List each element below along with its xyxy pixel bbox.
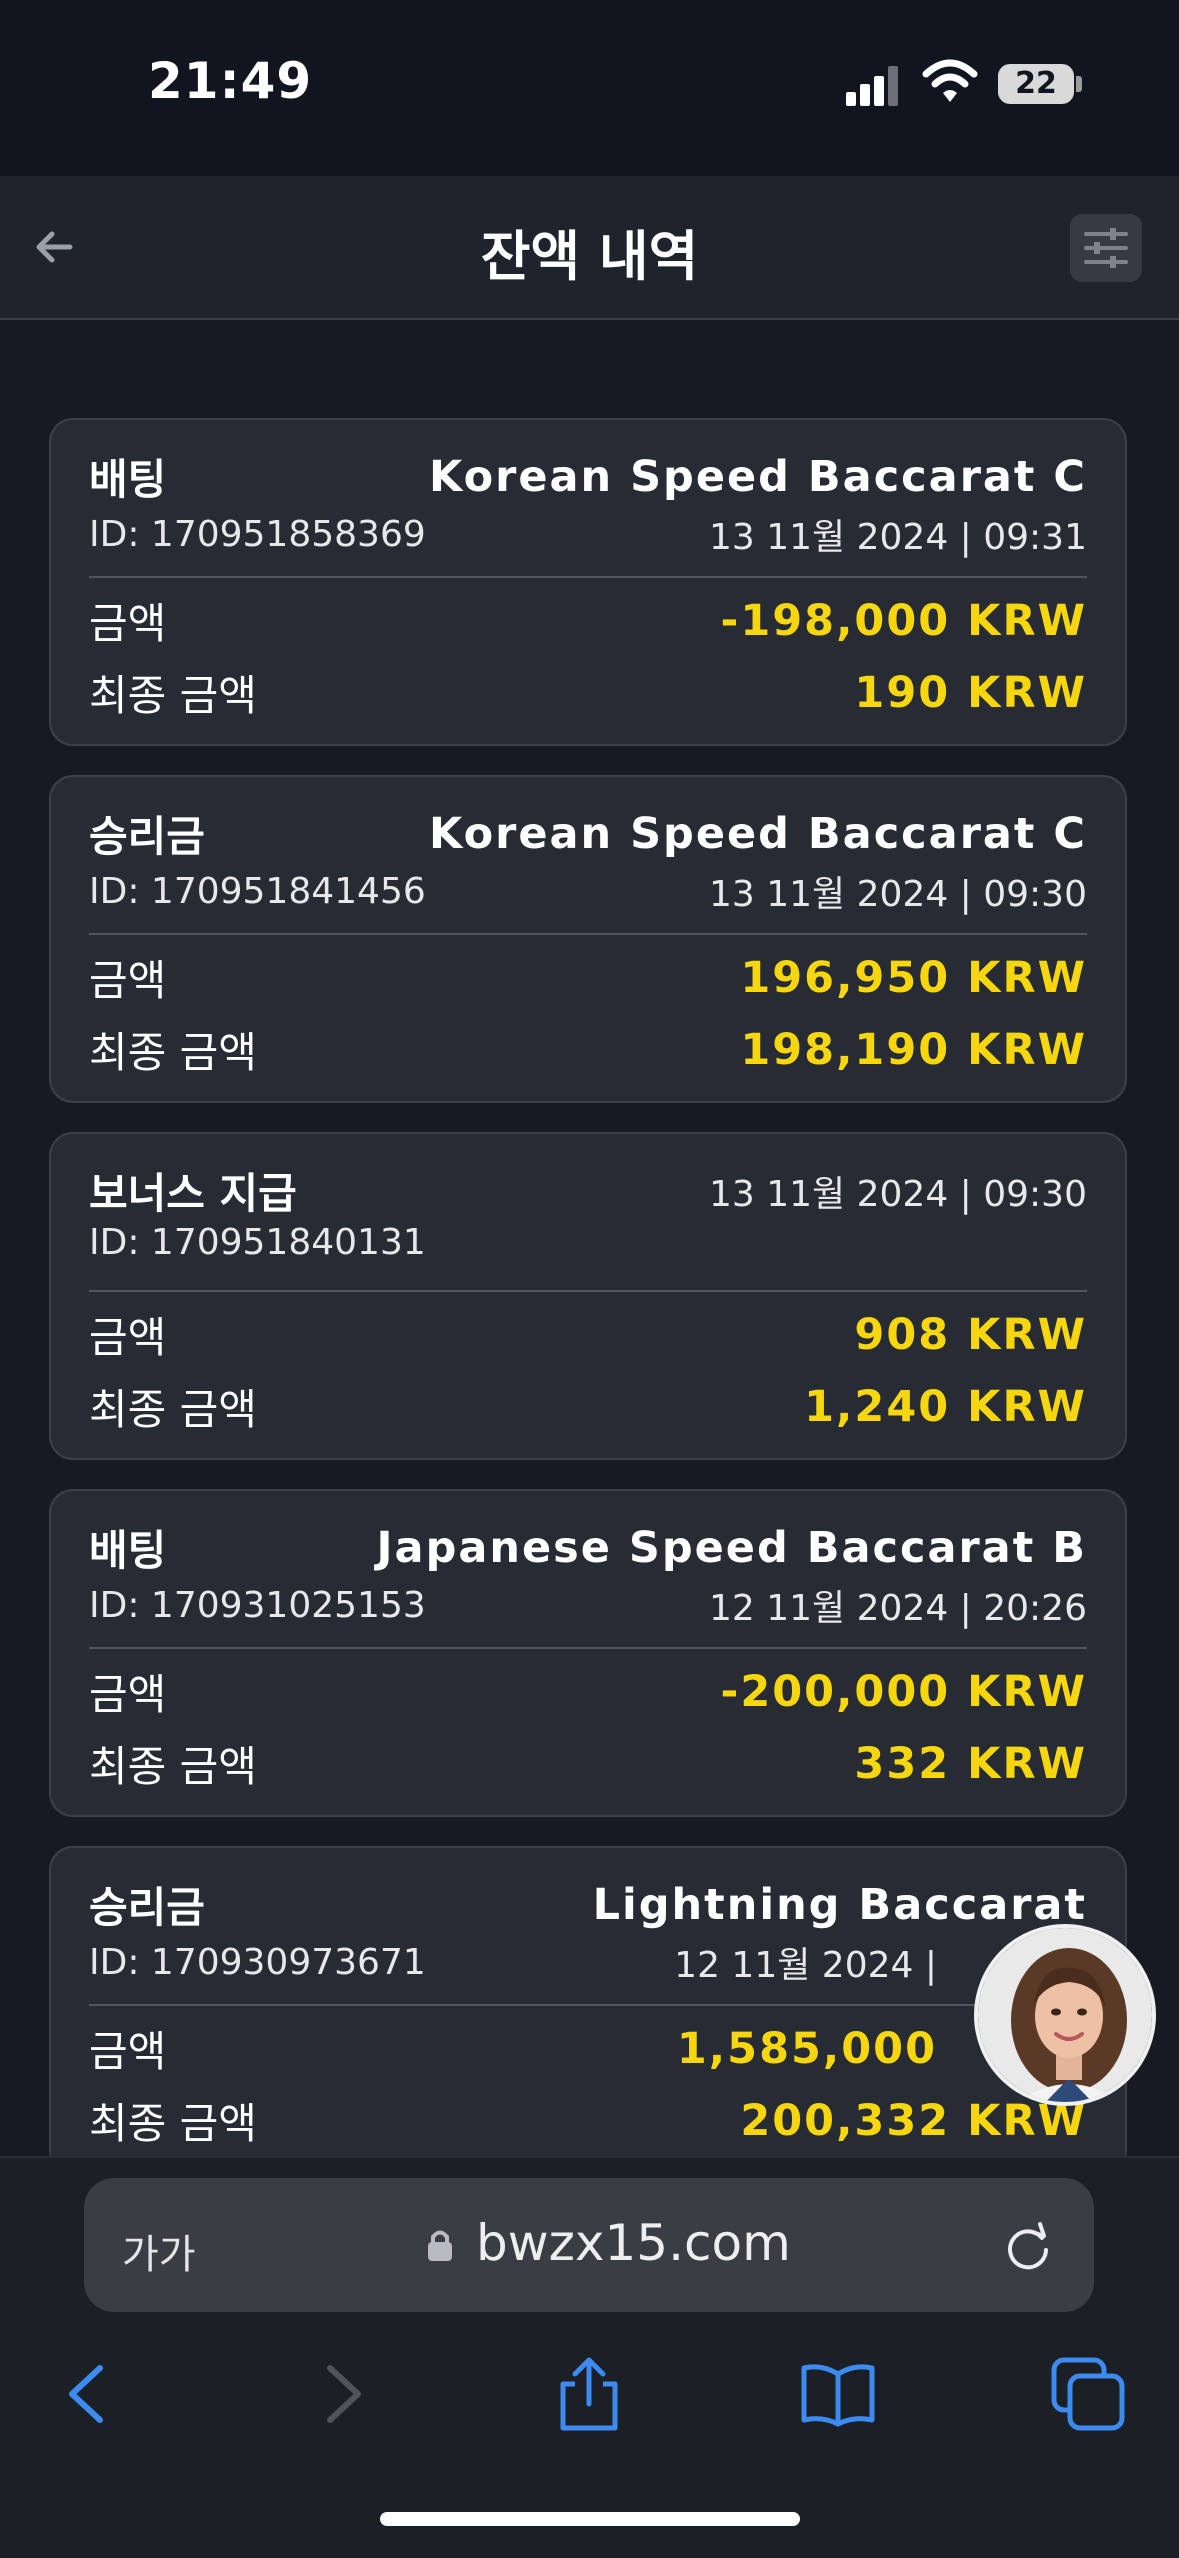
transaction-card[interactable]: 승리금 Lightning Baccarat ID: 170930973671 12… <box>49 1846 1127 2156</box>
amount-value: -200,000 KRW <box>720 1666 1087 1717</box>
support-agent-photo <box>978 1928 1152 2102</box>
card-divider <box>89 576 1087 578</box>
amount-value: 196,950 KRW <box>740 952 1087 1003</box>
balance-history-list: 배팅 Korean Speed Baccarat C ID: 1709518583… <box>0 320 1179 2156</box>
card-divider <box>89 933 1087 935</box>
transaction-datetime: 12 11월 2024 | 20:26 <box>708 1588 1087 1629</box>
battery-level: 22 <box>1015 66 1057 101</box>
transaction-type: 승리금 <box>89 1883 205 1932</box>
amount-label: 금액 <box>89 599 167 648</box>
card-divider <box>89 2004 1087 2006</box>
transaction-card[interactable]: 배팅 Japanese Speed Baccarat B ID: 17093102… <box>49 1489 1127 1817</box>
amount-label: 금액 <box>89 2027 167 2076</box>
final-amount-label: 최종 금액 <box>89 1028 257 1077</box>
game-name: Lightning Baccarat <box>592 1879 1087 1930</box>
wifi-icon <box>922 59 978 102</box>
home-indicator <box>380 2512 800 2526</box>
reload-icon[interactable] <box>1002 2220 1054 2272</box>
final-amount-label: 최종 금액 <box>89 1385 257 1434</box>
battery-tip <box>1076 76 1082 92</box>
status-time: 21:49 <box>148 52 313 110</box>
nav-forward-icon[interactable] <box>302 2354 382 2434</box>
amount-value: 1,585,000 <box>676 2023 937 2074</box>
support-chat-avatar[interactable] <box>974 1924 1156 2106</box>
cellular-signal-icon <box>846 64 898 106</box>
game-name: Korean Speed Baccarat C <box>429 808 1087 859</box>
amount-label: 금액 <box>89 1670 167 1719</box>
transaction-id: ID: 170931025153 <box>89 1584 426 1626</box>
status-bar: 21:49 22 <box>0 0 1179 176</box>
final-amount-label: 최종 금액 <box>89 671 257 720</box>
transaction-type: 배팅 <box>89 455 167 504</box>
amount-label: 금액 <box>89 1313 167 1362</box>
transaction-datetime: 12 11월 2024 | <box>674 1945 937 1986</box>
amount-label: 금액 <box>89 956 167 1005</box>
bookmarks-icon[interactable] <box>798 2354 878 2434</box>
final-amount-value: 1,240 KRW <box>804 1381 1087 1432</box>
transaction-card[interactable]: 보너스 지급 13 11월 2024 | 09:30 ID: 1709518401… <box>49 1132 1127 1460</box>
tabs-icon[interactable] <box>1048 2354 1128 2434</box>
transaction-type: 승리금 <box>89 812 205 861</box>
address-bar[interactable]: 가가 bwzx15.com <box>84 2178 1094 2312</box>
share-icon[interactable] <box>549 2354 629 2434</box>
transaction-card[interactable]: 배팅 Korean Speed Baccarat C ID: 1709518583… <box>49 418 1127 746</box>
lock-icon <box>428 2230 452 2261</box>
card-divider <box>89 1647 1087 1649</box>
transaction-datetime: 13 11월 2024 | 09:30 <box>708 874 1087 915</box>
transaction-type: 배팅 <box>89 1526 167 1575</box>
game-name: Korean Speed Baccarat C <box>429 451 1087 502</box>
page-header: 잔액 내역 <box>0 176 1179 320</box>
final-amount-value: 200,332 KRW <box>740 2095 1087 2146</box>
transaction-id: ID: 170951840131 <box>89 1222 426 1263</box>
battery-icon: 22 <box>998 64 1074 104</box>
url-domain[interactable]: bwzx15.com <box>476 2214 791 2272</box>
text-size-button[interactable]: 가가 <box>122 2222 196 2280</box>
transaction-datetime: 13 11월 2024 | 09:31 <box>708 517 1087 558</box>
transaction-id: ID: 170930973671 <box>89 1941 426 1983</box>
amount-value: 908 KRW <box>854 1309 1087 1360</box>
transaction-datetime: 13 11월 2024 | 09:30 <box>708 1173 1087 1215</box>
amount-value: -198,000 KRW <box>720 595 1087 646</box>
filter-button[interactable] <box>1070 214 1142 282</box>
final-amount-label: 최종 금액 <box>89 2099 257 2148</box>
transaction-id: ID: 170951858369 <box>89 513 426 555</box>
final-amount-label: 최종 금액 <box>89 1742 257 1791</box>
page-title: 잔액 내역 <box>480 225 699 288</box>
filter-sliders-icon <box>1084 228 1128 268</box>
transaction-type: 보너스 지급 <box>89 1169 297 1218</box>
final-amount-value: 332 KRW <box>854 1738 1087 1789</box>
game-name: Japanese Speed Baccarat B <box>376 1522 1087 1573</box>
transaction-card[interactable]: 승리금 Korean Speed Baccarat C ID: 170951841… <box>49 775 1127 1103</box>
browser-toolbar: 가가 bwzx15.com <box>0 2156 1179 2558</box>
nav-back-icon[interactable] <box>48 2354 128 2434</box>
transaction-id: ID: 170951841456 <box>89 870 426 912</box>
final-amount-value: 198,190 KRW <box>740 1024 1087 1075</box>
final-amount-value: 190 KRW <box>854 667 1087 718</box>
card-divider <box>89 1290 1087 1292</box>
